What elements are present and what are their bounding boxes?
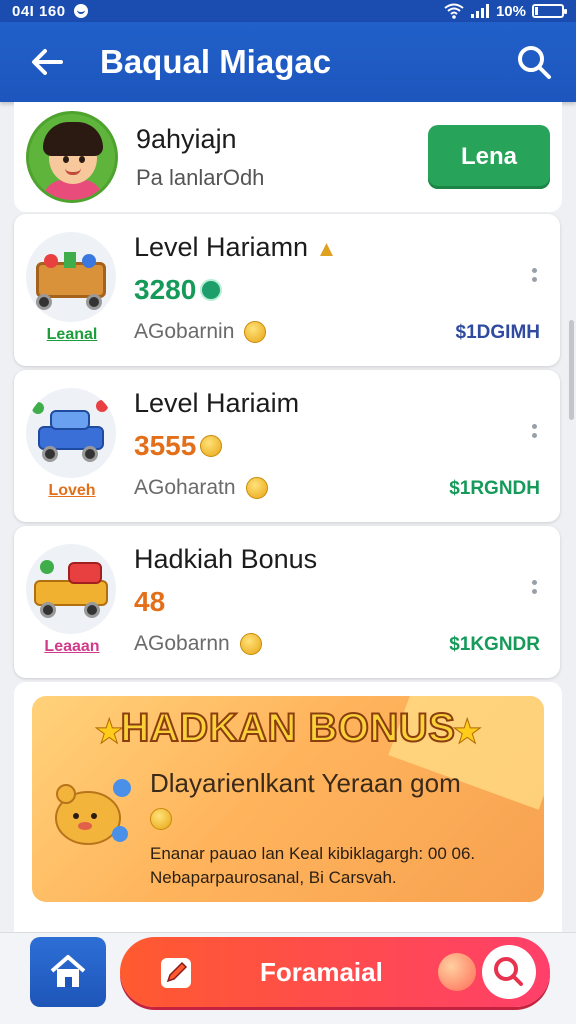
bonus-fine-print: Enanar pauao lan Keal kibiklagargh: 00 0… xyxy=(150,844,476,887)
bonus-subtitle: Dlayarienlkant Yeraan gom xyxy=(150,768,461,798)
thumb-label: Loveh xyxy=(48,482,96,499)
battery-icon xyxy=(532,4,567,18)
status-bar: 04I 160 10% xyxy=(0,0,576,22)
edit-icon xyxy=(161,958,191,988)
toy-truck-icon xyxy=(26,544,116,634)
scrollbar[interactable] xyxy=(569,320,574,420)
wifi-icon xyxy=(444,3,464,19)
search-icon[interactable] xyxy=(514,42,554,82)
main-action-label: Foramaial xyxy=(260,957,383,987)
card-description: AGobarnin xyxy=(134,320,267,344)
bonus-card[interactable]: Leaaan Hadkiah Bonus 48 AGobarnn $1KGNDR xyxy=(14,526,560,678)
battery-fill xyxy=(535,7,538,15)
profile-action-button[interactable]: Lena xyxy=(428,125,550,189)
level-card[interactable]: Loveh Level Hariaim 3555 AGoharatn $1RGN… xyxy=(14,370,560,522)
bonus-banner[interactable]: ★ ★ HADKAN BONUS Dlayarienlkant Yeraan g… xyxy=(32,696,544,902)
search-button[interactable] xyxy=(482,945,536,999)
toy-car-icon xyxy=(26,388,116,478)
coin-icon xyxy=(150,808,172,830)
gem-icon xyxy=(200,279,223,301)
card-code: $1KGNDR xyxy=(449,634,540,655)
card-description: AGobarnn xyxy=(134,632,262,656)
bear-mascot-icon xyxy=(55,779,131,845)
more-options-icon[interactable] xyxy=(532,580,538,604)
search-icon xyxy=(494,957,523,986)
bottom-nav: Foramaial xyxy=(0,932,576,1024)
pin-icon: ▲ xyxy=(315,236,338,261)
page-title: Baqual Miagac xyxy=(100,43,332,80)
profile-name: 9ahyiajn xyxy=(136,123,237,154)
thumb-label: Leaaan xyxy=(44,638,100,655)
level-card[interactable]: Leanal Level Hariamn ▲ 3280 AGobarnin $1… xyxy=(14,214,560,366)
main-action-button[interactable]: Foramaial xyxy=(120,937,550,1007)
profile-subtitle: Pa lanlarOdh xyxy=(136,164,265,190)
card-value: 3555 xyxy=(134,430,223,462)
coin-icon xyxy=(244,321,267,343)
coin-icon xyxy=(239,633,262,655)
thumb-label: Leanal xyxy=(46,326,98,343)
bonus-section: ★ ★ HADKAN BONUS Dlayarienlkant Yeraan g… xyxy=(14,682,562,942)
coin-icon xyxy=(200,435,223,457)
bonus-headline: HADKAN BONUS xyxy=(120,705,456,751)
card-value: 3280 xyxy=(134,274,223,306)
more-options-icon[interactable] xyxy=(532,268,538,292)
app-bar: Baqual Miagac xyxy=(0,22,576,102)
avatar xyxy=(26,111,118,203)
card-code: $1DGIMH xyxy=(455,322,540,343)
card-title: Level Hariamn ▲ xyxy=(134,232,338,262)
back-arrow-icon[interactable] xyxy=(22,42,72,82)
home-button[interactable] xyxy=(30,937,106,1007)
signal-icon xyxy=(470,4,489,18)
more-options-icon[interactable] xyxy=(532,424,538,448)
card-title: Level Hariaim xyxy=(134,388,300,418)
coin-icon xyxy=(245,477,268,499)
card-code: $1RGNDH xyxy=(449,478,540,499)
card-description: AGoharatn xyxy=(134,476,268,500)
notification-icon xyxy=(73,4,88,18)
status-time: 04I 160 xyxy=(12,2,66,20)
battery-percent: 10% xyxy=(495,2,526,20)
toy-cart-icon xyxy=(26,232,116,322)
card-value: 48 xyxy=(134,586,166,617)
home-icon xyxy=(50,955,86,987)
profile-header: 9ahyiajn Pa lanlarOdh Lena xyxy=(14,102,562,212)
ball-icon xyxy=(438,953,476,991)
card-title: Hadkiah Bonus xyxy=(134,544,318,574)
